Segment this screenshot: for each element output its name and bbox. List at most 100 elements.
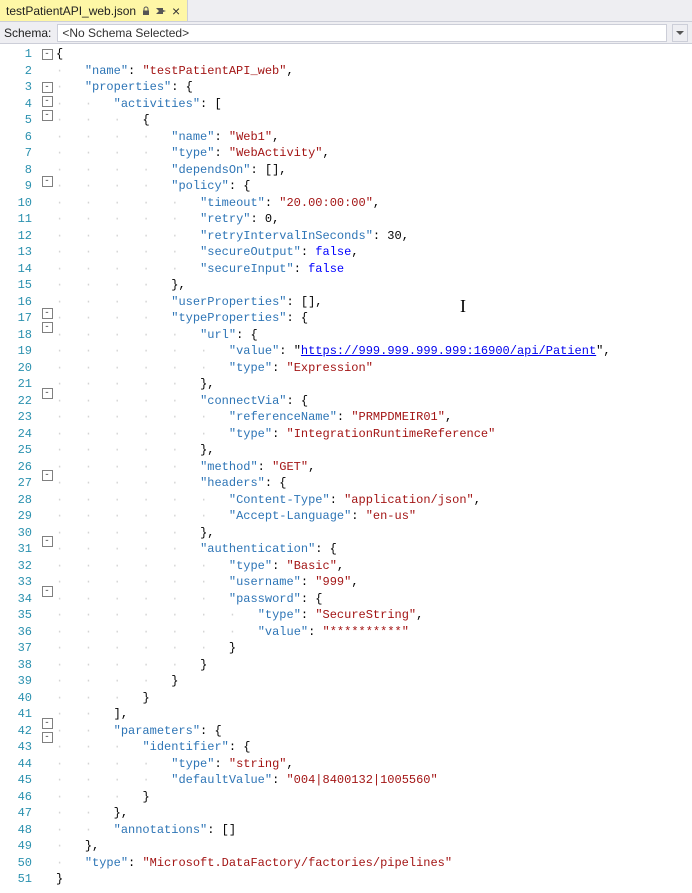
line-number: 33 xyxy=(0,574,38,591)
schema-label: Schema: xyxy=(4,26,51,40)
code-line[interactable]: · · · · · · · "type": "SecureString", xyxy=(56,607,692,624)
line-number: 8 xyxy=(0,162,38,179)
code-line[interactable]: · · · } xyxy=(56,690,692,707)
fold-toggle[interactable]: - xyxy=(42,536,53,547)
line-number: 38 xyxy=(0,657,38,674)
code-line[interactable]: · · · · · "retryIntervalInSeconds": 30, xyxy=(56,228,692,245)
pin-icon[interactable] xyxy=(156,6,166,16)
code-line[interactable]: · · "activities": [ xyxy=(56,96,692,113)
line-number: 49 xyxy=(0,838,38,855)
line-number: 13 xyxy=(0,244,38,261)
tab-title: testPatientAPI_web.json xyxy=(6,4,136,18)
schema-select[interactable]: <No Schema Selected> xyxy=(57,24,667,42)
code-line[interactable]: · · · · "name": "Web1", xyxy=(56,129,692,146)
code-line[interactable]: · · · · · · "type": "Expression" xyxy=(56,360,692,377)
code-line[interactable]: · · · · · · · "value": "**********" xyxy=(56,624,692,641)
chevron-down-icon xyxy=(676,29,684,37)
code-line[interactable]: · · · · · · "password": { xyxy=(56,591,692,608)
code-line[interactable]: · · · · · · "Content-Type": "application… xyxy=(56,492,692,509)
schema-value: <No Schema Selected> xyxy=(62,26,189,40)
schema-bar: Schema: <No Schema Selected> xyxy=(0,22,692,44)
fold-toggle[interactable]: - xyxy=(42,308,53,319)
code-line[interactable]: · · · · · · "referenceName": "PRMPDMEIR0… xyxy=(56,409,692,426)
code-area[interactable]: {· "name": "testPatientAPI_web",· "prope… xyxy=(56,44,692,893)
line-number: 35 xyxy=(0,607,38,624)
line-number: 28 xyxy=(0,492,38,509)
code-line[interactable]: · · "parameters": { xyxy=(56,723,692,740)
line-number: 16 xyxy=(0,294,38,311)
code-line[interactable]: · · · · · }, xyxy=(56,376,692,393)
code-line[interactable]: · · · · · "retry": 0, xyxy=(56,211,692,228)
fold-toggle[interactable]: - xyxy=(42,96,53,107)
code-line[interactable]: · · · · · } xyxy=(56,657,692,674)
file-tab[interactable]: testPatientAPI_web.json × xyxy=(0,0,188,21)
code-line[interactable]: · "name": "testPatientAPI_web", xyxy=(56,63,692,80)
code-line[interactable]: · · · · · }, xyxy=(56,525,692,542)
line-number: 47 xyxy=(0,805,38,822)
fold-toggle[interactable]: - xyxy=(42,49,53,60)
code-line[interactable]: · · · · · "headers": { xyxy=(56,475,692,492)
fold-toggle[interactable]: - xyxy=(42,586,53,597)
code-line[interactable]: · · · · "policy": { xyxy=(56,178,692,195)
code-line[interactable]: · · · · "dependsOn": [], xyxy=(56,162,692,179)
fold-toggle[interactable]: - xyxy=(42,110,53,121)
close-icon[interactable]: × xyxy=(171,6,181,16)
line-number: 9 xyxy=(0,178,38,195)
code-line[interactable]: · · · · · · "value": "https://999.999.99… xyxy=(56,343,692,360)
code-line[interactable]: · · · · } xyxy=(56,673,692,690)
code-line[interactable]: · · ], xyxy=(56,706,692,723)
code-line[interactable]: · · · · · · "type": "Basic", xyxy=(56,558,692,575)
code-line[interactable]: · · · } xyxy=(56,789,692,806)
line-number: 22 xyxy=(0,393,38,410)
line-gutter: 1234567891011121314151617181920212223242… xyxy=(0,44,38,893)
fold-strip: - - - - - - - - - - - - - xyxy=(38,44,56,893)
line-number: 51 xyxy=(0,871,38,888)
code-line[interactable]: · · · · · · "Accept-Language": "en-us" xyxy=(56,508,692,525)
code-line[interactable]: } xyxy=(56,871,692,888)
code-line[interactable]: · · · · · "secureOutput": false, xyxy=(56,244,692,261)
code-line[interactable]: · "properties": { xyxy=(56,79,692,96)
line-number: 18 xyxy=(0,327,38,344)
code-line[interactable]: · "type": "Microsoft.DataFactory/factori… xyxy=(56,855,692,872)
code-line[interactable]: · · · · · "url": { xyxy=(56,327,692,344)
code-line[interactable]: · · · · "userProperties": [], xyxy=(56,294,692,311)
fold-toggle[interactable]: - xyxy=(42,470,53,481)
line-number: 34 xyxy=(0,591,38,608)
code-line[interactable]: · · · · }, xyxy=(56,277,692,294)
code-line[interactable]: · · · · · · } xyxy=(56,640,692,657)
code-line[interactable]: · }, xyxy=(56,838,692,855)
code-line[interactable]: · · · · "type": "WebActivity", xyxy=(56,145,692,162)
fold-toggle[interactable]: - xyxy=(42,388,53,399)
code-line[interactable]: · · · · · "method": "GET", xyxy=(56,459,692,476)
line-number: 25 xyxy=(0,442,38,459)
code-line[interactable]: · · · · · · "username": "999", xyxy=(56,574,692,591)
code-line[interactable]: · · }, xyxy=(56,805,692,822)
fold-toggle[interactable]: - xyxy=(42,322,53,333)
line-number: 30 xyxy=(0,525,38,542)
code-line[interactable]: · · "annotations": [] xyxy=(56,822,692,839)
line-number: 11 xyxy=(0,211,38,228)
code-line[interactable]: · · · · · · "type": "IntegrationRuntimeR… xyxy=(56,426,692,443)
fold-toggle[interactable]: - xyxy=(42,82,53,93)
code-line[interactable]: · · · · · "connectVia": { xyxy=(56,393,692,410)
code-editor[interactable]: 1234567891011121314151617181920212223242… xyxy=(0,44,692,893)
line-number: 45 xyxy=(0,772,38,789)
code-line[interactable]: { xyxy=(56,46,692,63)
code-line[interactable]: · · · · · }, xyxy=(56,442,692,459)
fold-toggle[interactable]: - xyxy=(42,176,53,187)
code-line[interactable]: · · · · "defaultValue": "004|8400132|100… xyxy=(56,772,692,789)
fold-toggle[interactable]: - xyxy=(42,718,53,729)
line-number: 42 xyxy=(0,723,38,740)
fold-toggle[interactable]: - xyxy=(42,732,53,743)
code-line[interactable]: · · · "identifier": { xyxy=(56,739,692,756)
line-number: 21 xyxy=(0,376,38,393)
code-line[interactable]: · · · { xyxy=(56,112,692,129)
code-line[interactable]: · · · · · "timeout": "20.00:00:00", xyxy=(56,195,692,212)
code-line[interactable]: · · · · "typeProperties": { xyxy=(56,310,692,327)
line-number: 37 xyxy=(0,640,38,657)
code-line[interactable]: · · · · "type": "string", xyxy=(56,756,692,773)
code-line[interactable]: · · · · · "authentication": { xyxy=(56,541,692,558)
url-link[interactable]: https://999.999.999.999:16900/api/Patien… xyxy=(301,344,596,358)
schema-dropdown-button[interactable] xyxy=(672,24,688,42)
code-line[interactable]: · · · · · "secureInput": false xyxy=(56,261,692,278)
